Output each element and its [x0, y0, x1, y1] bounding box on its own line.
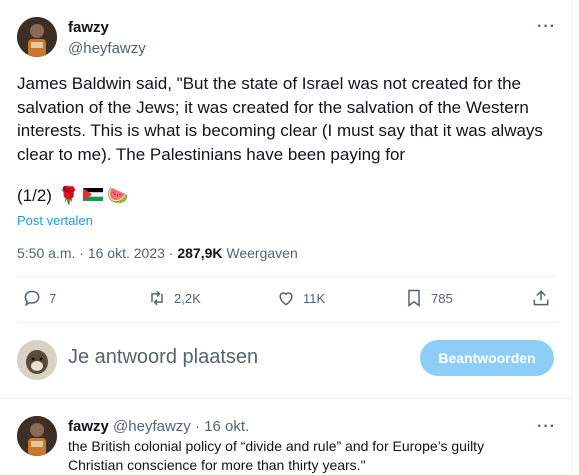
user-avatar[interactable] [17, 340, 57, 380]
tweet-date[interactable]: 16 okt. 2023 [88, 245, 165, 261]
tweet-thread: fawzy @heyfawzy ··· James Baldwin said, … [0, 0, 573, 475]
author-name[interactable]: fawzy [68, 19, 109, 36]
author-avatar[interactable] [17, 17, 57, 57]
views-count[interactable]: 287,9K [177, 245, 222, 261]
meta-separator: · [168, 245, 174, 261]
reply-text: the British colonial policy of “divide a… [68, 438, 485, 473]
reply-count: 7 [49, 290, 57, 306]
tweet-meta: 5:50 a.m. · 16 okt. 2023 · 287,9K Weerga… [17, 245, 298, 261]
part-label: (1/2) [17, 186, 52, 205]
share-button[interactable] [531, 288, 551, 308]
heart-icon [279, 292, 293, 306]
reply-input[interactable]: Je antwoord plaatsen [68, 346, 258, 369]
repost-icon [151, 290, 163, 306]
meta-separator: · [79, 245, 84, 261]
repost-count: 2,2K [174, 290, 201, 306]
divider [0, 398, 573, 399]
more-options-icon[interactable]: ··· [537, 18, 556, 36]
like-count: 11K [303, 290, 326, 306]
reply-header: fawzy @heyfawzy · 16 okt. [68, 418, 249, 435]
rose-emoji-icon: 🌹 [57, 186, 80, 205]
like-button[interactable]: 11K [276, 288, 325, 308]
palestine-flag-emoji-icon [83, 186, 104, 206]
repost-button[interactable]: 2,2K [147, 288, 201, 308]
views-label: Weergaven [226, 245, 298, 261]
translate-post-link[interactable]: Post vertalen [17, 213, 93, 228]
bookmark-button[interactable]: 785 [404, 288, 453, 308]
tweet-time[interactable]: 5:50 a.m. [17, 245, 75, 261]
watermelon-emoji-icon: 🍉 [107, 186, 129, 205]
reply-author-name[interactable]: fawzy [68, 418, 109, 435]
reply-more-options-icon[interactable]: ··· [537, 418, 556, 436]
bookmark-count: 785 [431, 290, 453, 306]
bookmark-icon [408, 289, 420, 307]
reply-author-handle[interactable]: @heyfawzy [113, 418, 191, 435]
share-icon [533, 290, 549, 306]
reply-button[interactable]: 7 [22, 288, 56, 308]
divider [17, 276, 557, 277]
author-handle[interactable]: @heyfawzy [68, 40, 146, 57]
reply-date[interactable]: 16 okt. [204, 418, 249, 435]
tweet-text: James Baldwin said, "But the state of Is… [17, 74, 543, 164]
tweet-part-line: (1/2) 🌹 🍉 [17, 186, 128, 206]
reply-separator: · [194, 418, 200, 435]
reply-submit-button[interactable]: Beantwoorden [420, 340, 554, 376]
divider [17, 322, 557, 323]
reply-author-avatar[interactable] [17, 416, 57, 456]
reply-icon [24, 290, 40, 307]
